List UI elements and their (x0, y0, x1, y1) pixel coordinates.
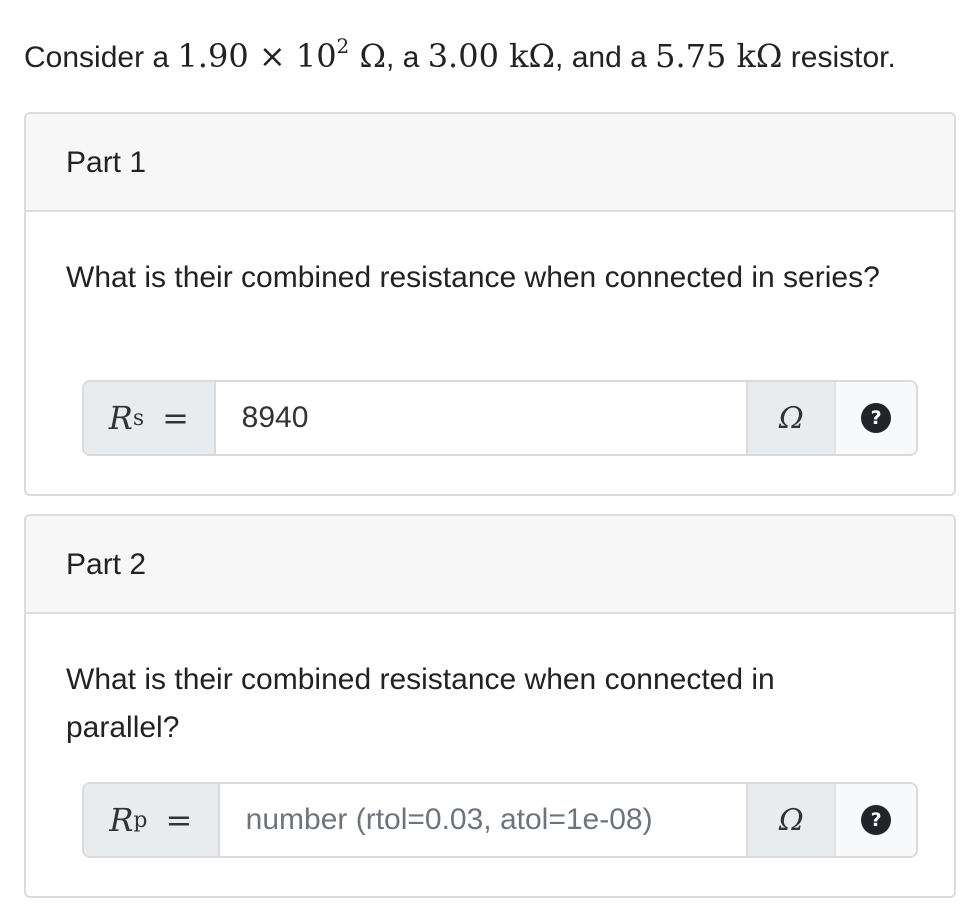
problem-statement: Consider a 1.90 × 102 Ω, a 3.00 kΩ, and … (24, 36, 896, 78)
part-1-header: Part 1 (26, 114, 954, 212)
label-equals: = (165, 801, 193, 839)
part-2-question: What is their combined resistance when c… (66, 663, 775, 744)
resistor-3-value: 5.75 kΩ (655, 37, 783, 75)
part-1-help-button[interactable]: ? (834, 382, 916, 454)
resistor-1-value: 1.90 × 102 Ω (177, 34, 386, 75)
intro-prefix: Consider a (24, 41, 178, 74)
part-2-answer-group: Rp = Ω ? (82, 782, 918, 858)
label-subscript: s (132, 405, 145, 431)
label-equals: = (162, 399, 189, 437)
ohm-unit-label: Ω (746, 784, 835, 856)
series-resistance-label: Rs = (84, 382, 216, 454)
question-mark-icon: ? (861, 403, 892, 433)
intro-separator-1: , a (385, 41, 428, 74)
label-variable: R (109, 801, 134, 839)
part-2-card: Part 2 What is their combined resistance… (24, 514, 956, 898)
parallel-resistance-label: Rp = (84, 784, 220, 856)
part-2-help-button[interactable]: ? (834, 784, 916, 856)
intro-separator-2: , and a (555, 41, 656, 74)
part-1-card: Part 1 What is their combined resistance… (24, 112, 956, 496)
label-variable: R (108, 399, 133, 437)
ohm-unit-label: Ω (746, 382, 835, 454)
parallel-resistance-input[interactable] (219, 784, 747, 856)
label-subscript: p (133, 807, 148, 833)
resistor-1-exponent: 2 (336, 34, 350, 59)
series-resistance-input[interactable] (215, 382, 747, 454)
part-2-header: Part 2 (26, 516, 954, 614)
part-1-answer-group: Rs = Ω ? (82, 380, 918, 456)
resistor-1-unit: Ω (349, 37, 386, 75)
part-1-question: What is their combined resistance when c… (66, 261, 880, 294)
resistor-2-value: 3.00 kΩ (427, 37, 556, 75)
question-mark-icon: ? (861, 805, 892, 835)
resistor-1-mantissa: 1.90 × 10 (177, 37, 337, 75)
intro-suffix: resistor. (782, 41, 896, 74)
